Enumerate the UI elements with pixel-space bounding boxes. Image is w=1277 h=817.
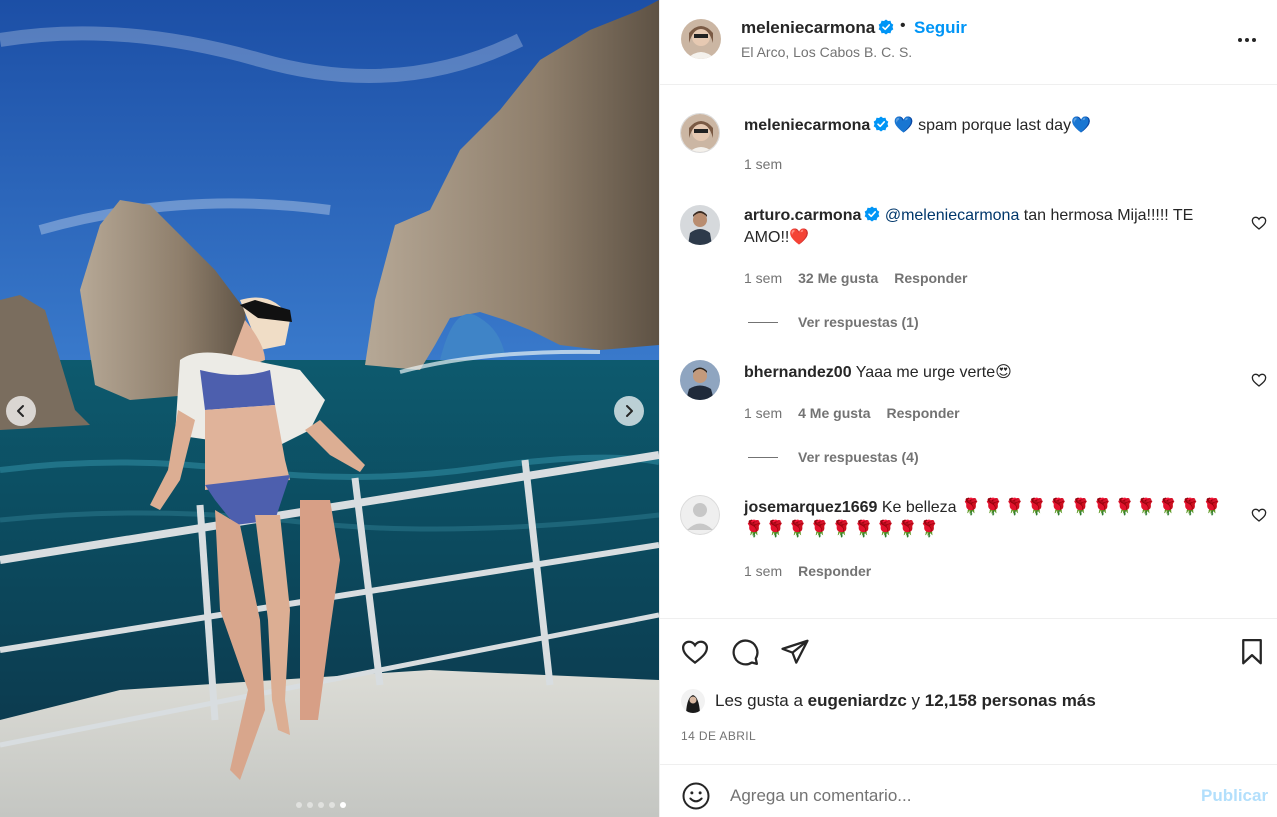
caption-time[interactable]: 1 sem: [744, 156, 782, 172]
comment-username[interactable]: arturo.carmona: [744, 207, 861, 224]
verified-badge-icon: [878, 19, 894, 35]
comment-body: Yaaa me urge verte😍: [851, 364, 1012, 381]
slide-indicator: [296, 802, 346, 808]
paper-plane-icon[interactable]: [780, 637, 810, 667]
comment-likes[interactable]: 4 Me gusta: [798, 405, 870, 421]
comment-meta: 1 sem 32 Me gusta Responder: [744, 270, 967, 286]
caption-text: meleniecarmona 💙 spam porque last day💙: [744, 115, 1232, 137]
add-comment-bar: Publicar: [660, 764, 1277, 817]
chevron-left-icon: [17, 405, 24, 417]
view-replies-label: Ver respuestas (4): [798, 449, 919, 465]
caption-body: 💙 spam porque last day💙: [893, 117, 1091, 134]
author-username[interactable]: meleniecarmona: [741, 18, 894, 38]
comment-text: josemarquez1669 Ke belleza 🌹🌹🌹🌹🌹🌹🌹🌹🌹🌹🌹🌹🌹…: [744, 497, 1244, 541]
reply-button[interactable]: Responder: [886, 405, 959, 421]
comment-time[interactable]: 1 sem: [744, 405, 782, 421]
comment-avatar[interactable]: [680, 205, 720, 245]
comment-like-heart-icon[interactable]: [1251, 215, 1267, 231]
post-media[interactable]: [0, 0, 659, 817]
more-options-icon[interactable]: [1238, 36, 1262, 44]
likes-user[interactable]: eugeniardzc: [808, 691, 907, 711]
view-replies-button[interactable]: Ver respuestas (4): [748, 449, 919, 465]
author-avatar[interactable]: [681, 19, 721, 59]
comments-list[interactable]: meleniecarmona 💙 spam porque last day💙 1…: [660, 86, 1277, 618]
comment-username[interactable]: josemarquez1669: [744, 499, 877, 516]
follow-button[interactable]: Seguir: [914, 18, 967, 38]
comment-meta: 1 sem 4 Me gusta Responder: [744, 405, 960, 421]
slide-dot: [318, 802, 324, 808]
verified-badge-icon: [873, 116, 889, 132]
comment-body: Ke belleza: [877, 499, 962, 516]
comment-icon[interactable]: [730, 637, 760, 667]
header-separator: •: [900, 17, 906, 34]
slide-dot: [307, 802, 313, 808]
comment-avatar[interactable]: [680, 495, 720, 535]
caption-author-avatar[interactable]: [680, 113, 720, 153]
slide-dot-active: [340, 802, 346, 808]
comment-likes[interactable]: 32 Me gusta: [798, 270, 878, 286]
comment-avatar[interactable]: [680, 360, 720, 400]
comment-username[interactable]: bhernandez00: [744, 364, 852, 381]
view-replies-label: Ver respuestas (1): [798, 314, 919, 330]
post-location[interactable]: El Arco, Los Cabos B. C. S.: [741, 44, 912, 60]
publish-button[interactable]: Publicar: [1201, 786, 1268, 806]
post-actions: Les gusta a eugeniardzc y 12,158 persona…: [660, 618, 1277, 764]
post-photo: [0, 0, 659, 817]
comment-text: bhernandez00 Yaaa me urge verte😍: [744, 362, 1232, 384]
post-header: meleniecarmona • Seguir El Arco, Los Cab…: [660, 0, 1277, 85]
comment-text: arturo.carmona @meleniecarmona tan hermo…: [744, 205, 1232, 249]
comment-time[interactable]: 1 sem: [744, 563, 782, 579]
chevron-right-icon: [626, 405, 633, 417]
slide-dot: [296, 802, 302, 808]
reply-button[interactable]: Responder: [798, 563, 871, 579]
liker-avatar[interactable]: [681, 689, 705, 713]
verified-badge-icon: [865, 206, 880, 222]
bookmark-icon[interactable]: [1237, 637, 1267, 667]
comment-like-heart-icon[interactable]: [1251, 507, 1267, 523]
view-replies-button[interactable]: Ver respuestas (1): [748, 314, 919, 330]
likes-count[interactable]: 12,158 personas más: [925, 691, 1096, 711]
previous-slide-button[interactable]: [6, 396, 36, 426]
next-slide-button[interactable]: [614, 396, 644, 426]
post-side-panel: meleniecarmona • Seguir El Arco, Los Cab…: [659, 0, 1277, 817]
reply-button[interactable]: Responder: [894, 270, 967, 286]
likes-prefix: Les gusta a: [715, 691, 808, 710]
caption-username[interactable]: meleniecarmona: [744, 117, 870, 134]
post-date[interactable]: 14 DE ABRIL: [681, 729, 756, 743]
comment-input[interactable]: [730, 783, 1180, 809]
comment-time[interactable]: 1 sem: [744, 270, 782, 286]
comment-like-heart-icon[interactable]: [1251, 372, 1267, 388]
likes-summary: Les gusta a eugeniardzc y 12,158 persona…: [681, 689, 1096, 713]
heart-icon[interactable]: [680, 637, 710, 667]
likes-middle: y: [906, 691, 925, 710]
comment-meta: 1 sem Responder: [744, 563, 871, 579]
caption-meta: 1 sem: [744, 156, 782, 172]
emoji-icon[interactable]: [681, 781, 711, 811]
comment-mention[interactable]: @meleniecarmona: [885, 207, 1020, 224]
slide-dot: [329, 802, 335, 808]
